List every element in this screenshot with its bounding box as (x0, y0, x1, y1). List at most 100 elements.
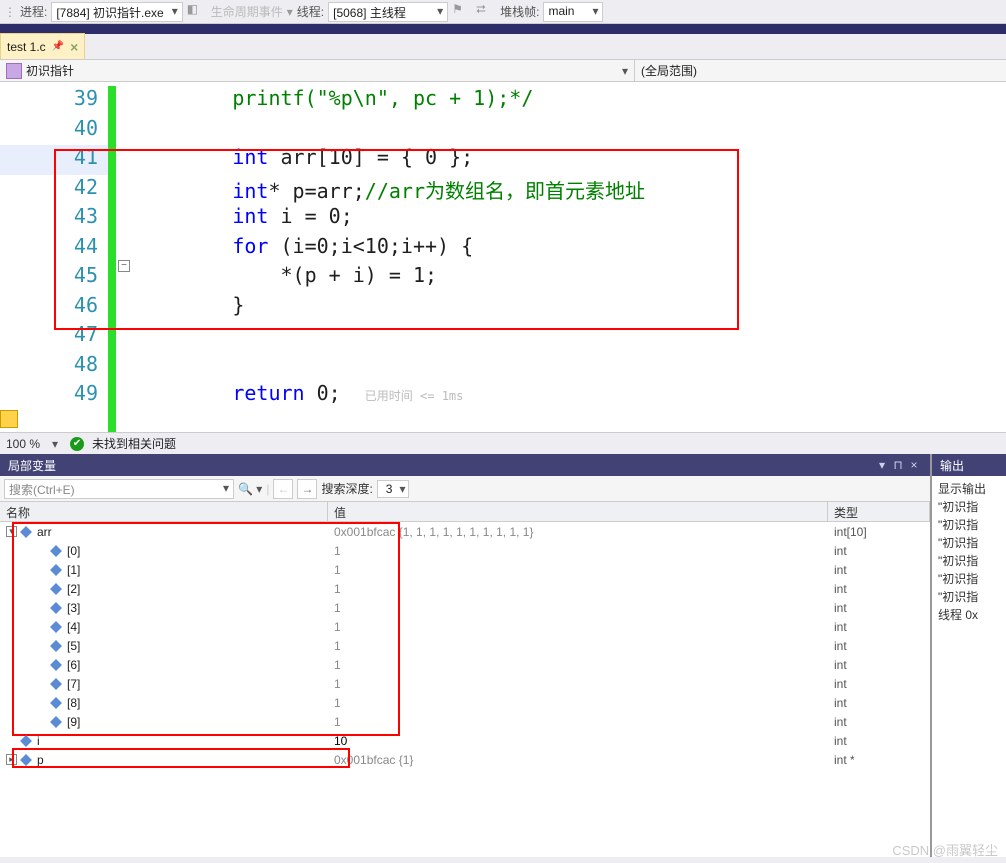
nav-scope-right[interactable]: (全局范围) (635, 60, 1006, 81)
line-number-gutter: 39 40 41 42 43 44 45 46 47 48 49 (0, 82, 108, 432)
toggle-icon[interactable]: ⮂ (476, 2, 496, 22)
code-line: *(p + i) = 1; (136, 263, 1006, 293)
output-line: "初识指 (938, 498, 1000, 516)
variable-icon (50, 583, 62, 595)
process-combo[interactable]: [7884] 初识指针.exe (51, 2, 182, 22)
change-indicator (108, 86, 116, 432)
table-row[interactable]: [6]1int (0, 655, 930, 674)
code-editor[interactable]: 39 40 41 42 43 44 45 46 47 48 49 − print… (0, 82, 1006, 432)
table-row[interactable]: [7]1int (0, 674, 930, 693)
variable-icon (50, 678, 62, 690)
code-line (136, 322, 1006, 352)
output-header-label: 显示输出 (938, 480, 1000, 498)
expander-icon[interactable]: ▾ (6, 526, 17, 537)
variable-icon (50, 697, 62, 709)
table-row[interactable]: [8]1int (0, 693, 930, 712)
table-row[interactable]: ▾arr0x001bfcac {1, 1, 1, 1, 1, 1, 1, 1, … (0, 522, 930, 541)
output-line: "初识指 (938, 570, 1000, 588)
variable-icon (20, 754, 32, 766)
nav-back-button[interactable]: ← (273, 479, 293, 499)
zoom-level[interactable]: 100 % (6, 437, 40, 451)
table-row[interactable]: [4]1int (0, 617, 930, 636)
table-row[interactable]: [2]1int (0, 579, 930, 598)
locals-panel-header[interactable]: 局部变量 ▾ ⊓ × (0, 454, 930, 476)
chevron-down-icon[interactable]: ▾ (622, 64, 628, 78)
debug-toolbar: ⋮ 进程: [7884] 初识指针.exe ◧ 生命周期事件 ▾ 线程: [50… (0, 0, 1006, 24)
watermark: CSDN @雨翼轻尘 (892, 840, 998, 859)
lifecycle-label: 生命周期事件 (211, 3, 283, 20)
locals-search-row: 搜索(Ctrl+E)▾ 🔍 ▾ | ← → 搜索深度: 3 (0, 476, 930, 502)
locals-panel-title: 局部变量 (8, 457, 56, 474)
code-line: for (i=0;i<10;i++) { (136, 234, 1006, 264)
variable-icon (50, 716, 62, 728)
code-line: int i = 0; (136, 204, 1006, 234)
code-line: } (136, 293, 1006, 323)
file-tab-active[interactable]: test 1.c 📌 × (0, 33, 85, 59)
nav-scope-label: 初识指针 (26, 62, 74, 79)
code-line: printf("%p\n", pc + 1);*/ (136, 86, 1006, 116)
stackframe-combo[interactable]: main (543, 2, 603, 22)
nav-fwd-button[interactable]: → (297, 479, 317, 499)
file-tab-label: test 1.c (7, 40, 46, 54)
table-row[interactable]: i10int (0, 731, 930, 750)
variable-icon (50, 602, 62, 614)
tab-bar: test 1.c 📌 × (0, 34, 1006, 60)
locals-grid-body[interactable]: ▾arr0x001bfcac {1, 1, 1, 1, 1, 1, 1, 1, … (0, 522, 930, 857)
code-area[interactable]: printf("%p\n", pc + 1);*/ int arr[10] = … (136, 82, 1006, 432)
separator-icon: ▾ (287, 5, 293, 19)
bookmark-marker-icon[interactable] (0, 410, 18, 428)
search-input[interactable]: 搜索(Ctrl+E)▾ (4, 479, 234, 499)
tab-well (0, 24, 1006, 34)
editor-status-bar: 100 % ▾ ✔ 未找到相关问题 (0, 432, 1006, 454)
output-panel: 输出 显示输出 "初识指"初识指"初识指"初识指"初识指"初识指线程 0x (931, 454, 1006, 857)
code-line: return 0; 已用时间 <= 1ms (136, 381, 1006, 411)
flag-icon[interactable]: ⚑ (452, 2, 472, 22)
chevron-down-icon[interactable]: ▾ (48, 437, 62, 451)
variable-icon (20, 735, 32, 747)
col-name[interactable]: 名称 (0, 502, 328, 521)
table-row[interactable]: ▸p0x001bfcac {1}int * (0, 750, 930, 769)
dropdown-icon[interactable]: ▾ (874, 458, 890, 472)
code-line: int* p=arr;//arr为数组名，即首元素地址 (136, 175, 1006, 205)
thread-label: 线程: (297, 3, 324, 20)
output-line: "初识指 (938, 588, 1000, 606)
scope-icon (6, 63, 22, 79)
variable-icon (50, 621, 62, 633)
code-line (136, 352, 1006, 382)
table-row[interactable]: [5]1int (0, 636, 930, 655)
output-panel-header[interactable]: 输出 (932, 454, 1006, 476)
variable-icon (50, 545, 62, 557)
search-icon[interactable]: 🔍 ▾ (238, 482, 262, 496)
depth-combo[interactable]: 3 (377, 480, 410, 498)
variable-icon (50, 640, 62, 652)
locals-grid-header: 名称 值 类型 (0, 502, 930, 522)
stackframe-label: 堆栈帧: (500, 3, 539, 20)
table-row[interactable]: [0]1int (0, 541, 930, 560)
fold-toggle-icon[interactable]: − (118, 260, 130, 272)
output-line: "初识指 (938, 534, 1000, 552)
variable-icon (50, 659, 62, 671)
nav-scope-left[interactable]: 初识指针 ▾ (0, 60, 635, 81)
table-row[interactable]: [3]1int (0, 598, 930, 617)
thread-combo[interactable]: [5068] 主线程 (328, 2, 448, 22)
navigation-bar: 初识指针 ▾ (全局范围) (0, 60, 1006, 82)
code-line (136, 116, 1006, 146)
output-line: 线程 0x (938, 606, 1000, 624)
col-value[interactable]: 值 (328, 502, 828, 521)
table-row[interactable]: [1]1int (0, 560, 930, 579)
close-icon[interactable]: × (906, 458, 922, 472)
locals-panel: 局部变量 ▾ ⊓ × 搜索(Ctrl+E)▾ 🔍 ▾ | ← → 搜索深度: 3… (0, 454, 931, 857)
pin-icon[interactable]: 📌 (52, 41, 64, 52)
code-line: int arr[10] = { 0 }; (136, 145, 1006, 175)
col-type[interactable]: 类型 (828, 502, 930, 521)
expander-icon[interactable]: ▸ (6, 754, 17, 765)
close-icon[interactable]: × (70, 39, 78, 55)
output-body: 显示输出 "初识指"初识指"初识指"初识指"初识指"初识指线程 0x (932, 476, 1006, 628)
table-row[interactable]: [9]1int (0, 712, 930, 731)
process-label: 进程: (20, 3, 47, 20)
pin-icon[interactable]: ⊓ (890, 458, 906, 472)
lifecycle-icon[interactable]: ◧ (187, 2, 207, 22)
check-icon: ✔ (70, 437, 84, 451)
depth-label: 搜索深度: (321, 480, 372, 497)
output-line: "初识指 (938, 552, 1000, 570)
